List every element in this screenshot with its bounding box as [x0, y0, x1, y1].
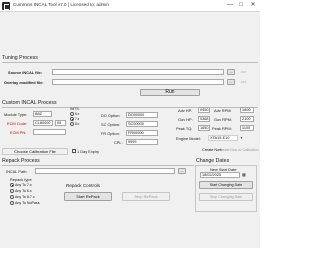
peak-rpm-input[interactable]: 1100 — [240, 125, 254, 131]
window-title: Cummins INCAL Tool v7.0 | Licensed to: a… — [13, 2, 109, 7]
repack-radio-6x[interactable] — [10, 189, 14, 193]
cpl-input[interactable]: 9999 — [126, 139, 158, 145]
sc-option-input[interactable]: SC00000 — [126, 121, 158, 127]
tuning-divider — [2, 62, 258, 63]
incal-browse-button[interactable]: ... — [178, 168, 186, 174]
source-file-input[interactable] — [52, 69, 224, 75]
module-type-label: Module Type: — [4, 112, 28, 117]
title-bar: Cummins INCAL Tool v7.0 | Licensed to: a… — [0, 0, 260, 12]
ecm-pn-input[interactable] — [33, 129, 66, 135]
maximize-button[interactable]: □ — [236, 1, 246, 10]
overlay-file-input[interactable] — [52, 79, 224, 85]
one-day-expiry-label: 1 Day Expiry — [77, 149, 100, 154]
ecm-code-rev-input[interactable]: 05 — [55, 120, 66, 126]
sc-option-label: SC Option: — [101, 122, 121, 127]
adv-rpm-label: Adv RPM: — [214, 108, 232, 113]
inits-radio-8x[interactable] — [70, 122, 74, 126]
change-dates-section-title: Change Dates — [196, 158, 230, 164]
repack-section-title: Repack Process — [2, 158, 40, 164]
calendar-icon[interactable]: ▦ — [242, 172, 246, 177]
overlay-file-label: Overlay modified file: — [4, 80, 44, 85]
inits-radio-7x[interactable] — [70, 117, 74, 121]
source-browse-button[interactable]: ... — [227, 69, 235, 75]
close-button[interactable]: ✕ — [248, 1, 258, 10]
adv-hp-input[interactable]: 0450 — [198, 107, 210, 113]
overlay-side-label: <<< — [241, 80, 247, 84]
repack-type-6x: Any To 6.x — [15, 189, 32, 193]
repack-type-nopass: Any To NoPass — [15, 201, 40, 205]
start-changing-date-button[interactable]: Start Changing Date — [199, 181, 253, 189]
inits-option-8x: 8.x — [75, 122, 80, 126]
incal-path-label: INCAL Path: — [6, 169, 28, 174]
repack-controls-label: Repack Controls — [66, 183, 100, 188]
do-option-input[interactable]: DO00000 — [126, 112, 158, 118]
overlay-browse-button[interactable]: ... — [227, 79, 235, 85]
minimize-button[interactable]: — — [225, 1, 235, 10]
engine-model-input[interactable]: XTA15-E10 — [208, 135, 238, 141]
choose-calibration-button[interactable]: Choose Calibration File — [2, 148, 68, 155]
run-button[interactable]: Run — [140, 89, 200, 96]
ecm-pn-label: ECM PN: — [10, 130, 27, 135]
app-logo-icon — [2, 2, 10, 10]
ecm-code-input[interactable]: CL80000 — [33, 120, 53, 126]
incal-path-input[interactable] — [35, 168, 175, 174]
inits-option-6x: 6.x — [75, 112, 80, 116]
peak-tq-label: Peak TQ: — [176, 126, 193, 131]
start-date-input[interactable]: 18/02/2025 — [200, 172, 240, 178]
app-window: Cummins INCAL Tool v7.0 | Licensed to: a… — [0, 0, 260, 260]
gov-rpm-label: Gov RPM: — [214, 117, 232, 122]
gov-rpm-input[interactable]: 2100 — [240, 116, 254, 122]
repack-radio-nopass[interactable] — [10, 201, 14, 205]
start-repack-button[interactable]: Start RePack — [64, 192, 112, 201]
engine-model-dropdown-icon[interactable]: ▼ — [240, 136, 243, 140]
stop-repack-button[interactable]: Stop RePack — [122, 192, 170, 201]
repack-type-label: Repack type — [10, 177, 32, 182]
peak-rpm-label: Peak RPM: — [212, 126, 232, 131]
repack-radio-7x[interactable] — [10, 183, 14, 187]
inits-label: INITS: — [70, 107, 80, 111]
module-type-input[interactable]: B8Z — [33, 111, 52, 117]
repack-type-7x: Any To 7.x — [15, 183, 32, 187]
repack-radio-87x[interactable] — [10, 195, 14, 199]
adv-rpm-input[interactable]: 1800 — [240, 107, 254, 113]
source-side-label: <<< — [241, 70, 247, 74]
repack-divider — [2, 165, 194, 166]
repack-type-87x: Any To 8.7.x — [15, 195, 35, 199]
create-now-calibration-button[interactable]: Create Now w/ Calibration — [219, 147, 259, 154]
engine-model-label: Engine Model: — [176, 136, 201, 141]
inits-option-7x: 7.x — [75, 117, 80, 121]
status-bar — [0, 248, 260, 260]
one-day-expiry-checkbox[interactable] — [72, 149, 76, 153]
cpl-label: CPL: — [114, 140, 123, 145]
gov-hp-label: Gov HP: — [178, 117, 193, 122]
adv-hp-label: Adv HP: — [178, 108, 193, 113]
do-option-label: DO Option: — [101, 113, 121, 118]
gov-hp-input[interactable]: 0368 — [198, 116, 210, 122]
source-file-label: Source INCAL file: — [8, 70, 43, 75]
ecm-code-label: ECM Code: — [7, 121, 28, 126]
peak-tq-input[interactable]: 1650 — [198, 125, 210, 131]
tuning-section-title: Tuning Process — [2, 55, 38, 61]
stop-changing-date-button[interactable]: Stop Changing Date — [199, 193, 253, 201]
inits-radio-6x[interactable] — [70, 112, 74, 116]
fr-option-label: FR Option: — [101, 131, 120, 136]
custom-section-title: Custom INCAL Process — [2, 100, 57, 106]
fr-option-input[interactable]: FR00000 — [126, 130, 158, 136]
